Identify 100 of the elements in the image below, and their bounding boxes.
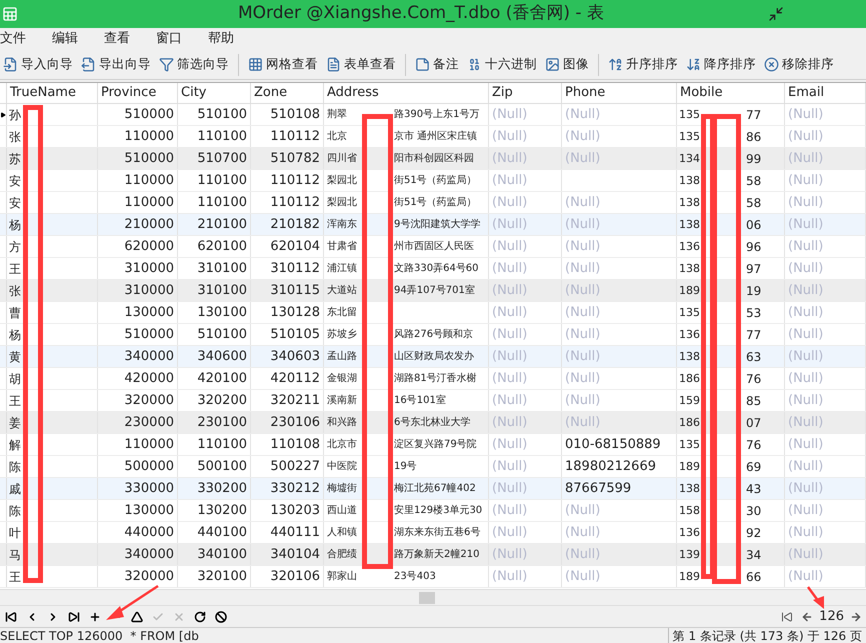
table-row[interactable]: 方 620000 620100 620104 甘肃省 州市西固区人民医 (Null) (Null) 136 96 (Null) — [0, 236, 866, 258]
table-cell: 110000 — [98, 126, 178, 147]
plus-icon — [88, 610, 100, 622]
toolbar-button[interactable]: 导出向导 — [78, 52, 154, 76]
column-header[interactable]: Zip — [489, 83, 562, 103]
table-cell-text: (Null) — [788, 370, 824, 388]
table-row[interactable]: 陈 130000 130200 130203 西山道 安里129楼3单元30 (Null) (Null) 158 30 (Null) — [0, 500, 866, 522]
column-header[interactable]: Mobile — [677, 83, 785, 103]
horizontal-scrollbar[interactable] — [0, 589, 866, 605]
table-row[interactable]: 杨 510000 510100 510105 苏坡乡 风路276号顾和京 (Null) (Null) 136 77 (Null) — [0, 324, 866, 346]
table-cell: 138 — [679, 350, 700, 363]
table-cell: 620100 — [178, 236, 251, 257]
table-cell: 210182 — [251, 214, 324, 235]
column-header[interactable]: Address — [324, 83, 489, 103]
toolbar-button[interactable]: 表单查看 — [323, 52, 399, 76]
table-row[interactable]: 杨 210000 210100 210182 浑南东 9号沈阳建筑大学学 (Null) (Null) 138 06 (Null) — [0, 214, 866, 236]
table-cell-text: 大道站 — [327, 284, 358, 296]
column-header[interactable]: Phone — [562, 83, 677, 103]
table-row[interactable]: 王 310000 310100 310112 浦江镇 文路330弄64号60 (Null) (Null) 138 97 (Null) — [0, 258, 866, 280]
table-row[interactable]: 马 340000 340100 340104 合肥绩 路万象新天2幢210 (Null) (Null) 139 34 (Null) — [0, 544, 866, 566]
table-cell: 158 — [679, 504, 700, 517]
table-cell: 58 — [746, 196, 762, 210]
menu-item[interactable]: 帮助 — [208, 29, 260, 49]
table-cell: 张 — [9, 284, 21, 298]
table-cell-text: (Null) — [788, 150, 824, 168]
scroll-thumb[interactable] — [419, 592, 435, 604]
table-row[interactable]: 王 320000 320200 320211 溪南新 16号101室 (Null) (Null) 159 85 (Null) — [0, 390, 866, 412]
toolbar-button[interactable]: 筛选向导 — [156, 52, 232, 76]
table-row[interactable]: 曹 130000 130100 130128 东北留 (Null) (Null) 135 53 (Null) — [0, 302, 866, 324]
table-cell-text: (Null) — [565, 216, 600, 234]
toolbar-button[interactable]: 导入向导 — [0, 52, 76, 76]
column-header[interactable]: Email — [785, 83, 866, 103]
table-row[interactable]: 戚 330000 330200 330212 梅墟街 梅江北苑67幢402 (Null) 87667599 138 43 (Null) — [0, 478, 866, 500]
table-row[interactable]: 陈 500000 500100 500227 中医院 19号 (Null) 18980212669 189 69 (Null) — [0, 456, 866, 478]
table-row[interactable]: 胡 420000 420100 420112 金银湖 湖路81号汀香水榭 (Null) (Null) 186 76 (Null) — [0, 368, 866, 390]
table-cell: 19 — [746, 284, 762, 298]
hex-grid-icon — [467, 57, 482, 72]
table-cell: 136 — [679, 240, 700, 253]
table-cell-text: 四川省 — [327, 152, 358, 164]
toolbar-button[interactable]: 降序排序 — [683, 52, 759, 76]
table-cell: 510000 — [98, 324, 178, 345]
table-cell-text: (Null) — [565, 326, 600, 344]
table-cell-text: (Null) — [788, 106, 824, 124]
table-icon — [2, 6, 18, 22]
menu-item[interactable]: 窗口 — [156, 29, 208, 49]
table-cell-text: (Null) — [565, 194, 600, 212]
toolbar-button[interactable]: 备注 — [412, 52, 462, 76]
table-row[interactable]: 王 320000 320100 320106 郭家山 23号403 (Null) (Null) 189 66 (Null) — [0, 566, 866, 588]
table-cell: 310112 — [251, 258, 324, 279]
column-header[interactable]: Province — [98, 83, 178, 103]
toolbar-button[interactable]: 网格查看 — [245, 52, 321, 76]
grid-icon — [248, 57, 263, 72]
table-cell: 130200 — [178, 500, 251, 521]
table-cell: 320106 — [251, 566, 324, 587]
table-row[interactable]: 张 110000 110100 110112 北京 京市 通州区宋庄镇 (Null) (Null) 135 86 (Null) — [0, 126, 866, 148]
table-cell: 620104 — [251, 236, 324, 257]
table-cell-text: (Null) — [565, 150, 600, 168]
table-row[interactable]: 张 310000 310100 310115 大道站 94弄107号701室 (Null) (Null) 189 19 (Null) — [0, 280, 866, 302]
table-cell-text: (Null) — [565, 128, 600, 146]
table-cell: 138 — [679, 262, 700, 275]
annotation-arrow — [104, 584, 160, 622]
table-row[interactable]: 叶 440000 440100 440111 人和镇 湖东来东街五巷6号 (Null) (Null) 136 92 (Null) — [0, 522, 866, 544]
menu-item[interactable]: 文件 — [0, 29, 52, 49]
table-row[interactable]: 安 110000 110100 110112 梨园北 街51号（药监局） (Null) 138 58 (Null) — [0, 170, 866, 192]
check-icon — [152, 610, 164, 622]
table-row[interactable]: 安 110000 110100 110112 梨园北 街51号（药监局） (Null) (Null) 138 58 (Null) — [0, 192, 866, 214]
table-cell: 320000 — [98, 390, 178, 411]
menu-item[interactable]: 查看 — [104, 29, 156, 49]
table-cell: 方 — [9, 240, 21, 254]
toolbar-button[interactable]: 图像 — [542, 52, 592, 76]
table-cell: 安 — [9, 174, 21, 188]
table-cell-text: (Null) — [565, 304, 600, 322]
column-header[interactable]: City — [178, 83, 251, 103]
table-cell: 510782 — [251, 148, 324, 169]
table-cell: 85 — [746, 394, 762, 408]
toolbar-button[interactable]: 升序排序 — [605, 52, 681, 76]
table-row[interactable]: 姜 230000 230100 230106 和兴路 6号东北林业大学 (Null) (Null) 186 07 (Null) — [0, 412, 866, 434]
table-cell-text: 18980212669 — [565, 458, 656, 476]
toolbar-button[interactable]: 移除排序 — [761, 52, 837, 76]
table-cell: 戚 — [9, 482, 21, 496]
table-cell: 州市西固区人民医 — [394, 240, 474, 252]
table-cell: 淀区复兴路79号院 — [394, 438, 477, 450]
resize-icon[interactable] — [768, 6, 784, 22]
table-row[interactable]: 孙 510000 510100 510108 荆翠 路390号上东1号万 (Null) (Null) 135 77 (Null) — [0, 104, 866, 126]
table-row[interactable]: 解 110000 110100 110108 北京市 淀区复兴路79号院 (Null) 010-68150889 135 76 (Null) — [0, 434, 866, 456]
table-cell-text: 人和镇 — [327, 526, 358, 538]
menu-item[interactable]: 编辑 — [52, 29, 104, 49]
column-header[interactable]: Zone — [251, 83, 324, 103]
table-cell: 330000 — [98, 478, 178, 499]
table-cell: 76 — [746, 372, 762, 386]
table-cell: 230106 — [251, 412, 324, 433]
table-cell-text: 北京市 — [327, 438, 358, 450]
table-row[interactable]: 苏 510000 510700 510782 四川省 阳市科创园区科园 (Null) (Null) 134 99 (Null) — [0, 148, 866, 170]
table-cell: 梅江北苑67幢402 — [394, 482, 476, 494]
toolbar-button[interactable]: 十六进制 — [464, 52, 540, 76]
table-cell: 陈 — [9, 504, 21, 518]
column-header[interactable]: TrueName — [7, 83, 98, 103]
table-cell: 叶 — [9, 526, 21, 540]
window-title: MOrder @Xiangshe.Com_T.dbo (香舍网) - 表 — [238, 2, 604, 26]
table-row[interactable]: 黄 340000 340600 340603 孟山路 山区财政局农发办 (Null) (Null) 138 63 (Null) — [0, 346, 866, 368]
